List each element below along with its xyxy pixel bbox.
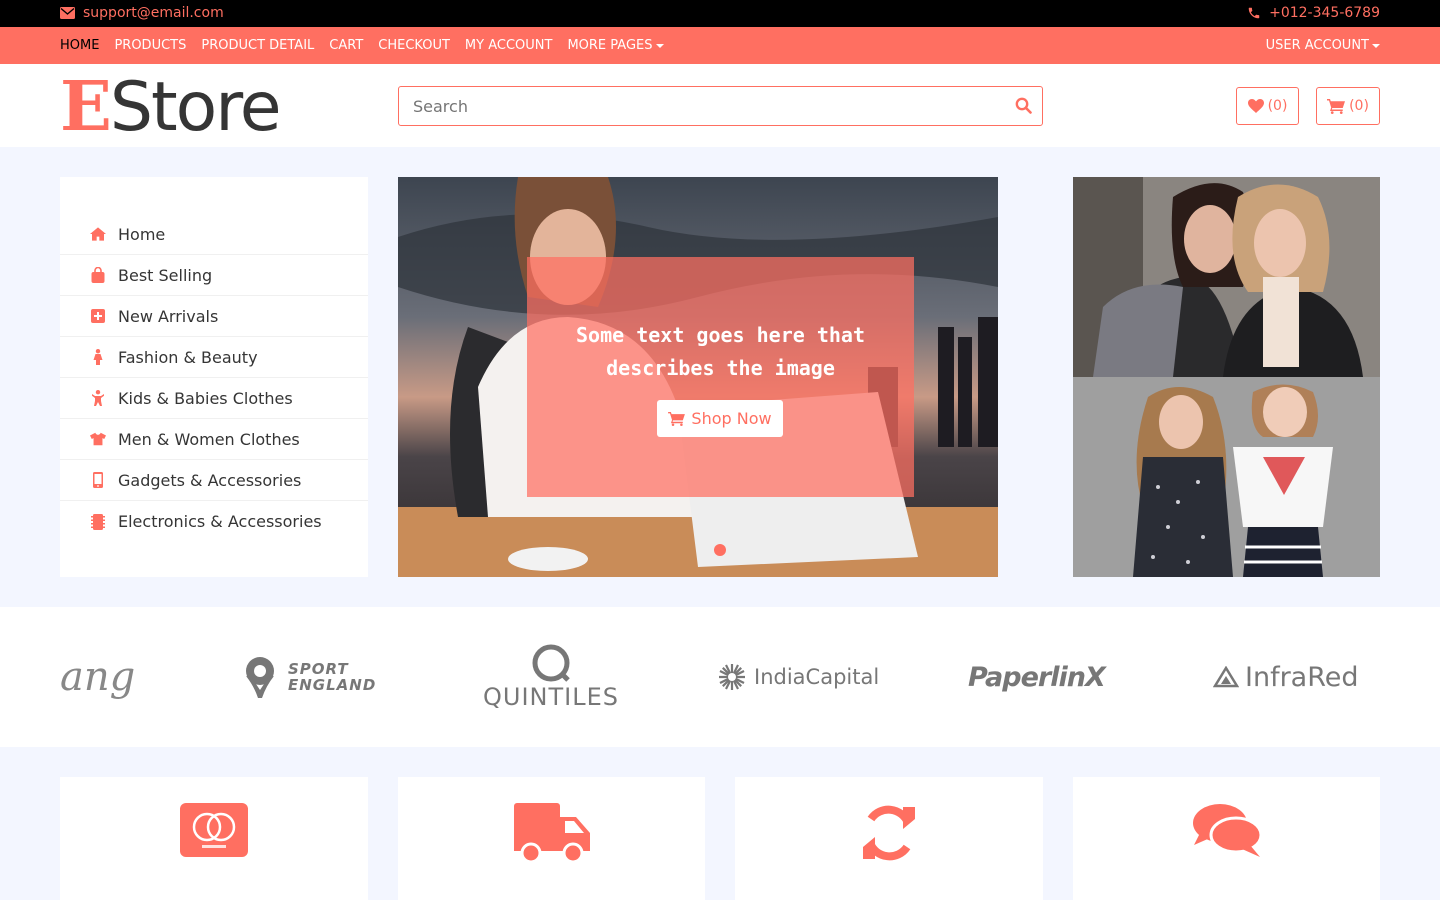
hero-caption-box: Some text goes here that describes the i… [527,257,914,497]
cart-icon [1327,98,1346,114]
plus-square-icon [90,308,106,324]
caret-down-icon [1372,43,1380,48]
heart-icon [1247,99,1264,113]
hero-caption: Some text goes here that describes the i… [576,323,865,380]
envelope-icon [60,7,75,19]
truck-icon [513,803,590,869]
shop-now-button[interactable]: Shop Now [657,400,783,437]
nav-cart[interactable]: CART [329,38,363,53]
support-phone-text: +012-345-6789 [1269,5,1380,21]
nav-home[interactable]: HOME [60,38,99,53]
shopping-bag-icon [90,267,106,283]
cart-count: (0) [1349,98,1369,114]
sport-england-emblem-icon [246,657,274,698]
feature-card-shipping [398,777,705,900]
feature-card-payment [60,777,368,900]
sidebar-item-label: Electronics & Accessories [118,512,322,531]
slider-dot[interactable] [714,544,726,556]
logo-letter-e: E [60,67,112,147]
brand-name: IndiaCapital [754,665,880,689]
nav-products[interactable]: PRODUCTS [114,38,186,53]
search-box [398,86,1043,126]
nav-my-account[interactable]: MY ACCOUNT [465,38,553,53]
sidebar-item-label: Best Selling [118,265,213,285]
sidebar-item-label: Fashion & Beauty [118,347,258,367]
cart-icon [668,411,686,426]
sidebar-item-kids-babies[interactable]: Kids & Babies Clothes [60,378,368,419]
brand-logo-sport-england[interactable]: SPORT ENGLAND [240,607,377,747]
site-logo[interactable]: EStore [60,67,282,147]
sync-icon [859,803,919,867]
top-bar: support@email.com +012-345-6789 [0,0,1440,27]
sidebar-item-men-women[interactable]: Men & Women Clothes [60,419,368,460]
brand-name: SPORT ENGLAND [288,660,377,694]
sidebar-item-new-arrivals[interactable]: New Arrivals [60,296,368,337]
mobile-icon [90,472,106,488]
sidebar-item-electronics[interactable]: Electronics & Accessories [60,501,368,542]
microchip-icon [90,513,106,530]
quintiles-ring-icon [532,644,570,682]
user-account-dropdown[interactable]: USER ACCOUNT [1266,38,1380,53]
support-phone[interactable]: +012-345-6789 [1247,5,1380,21]
female-icon [90,349,106,365]
wishlist-count: (0) [1267,98,1288,114]
comments-icon [1192,803,1262,863]
credit-card-icon [180,803,248,861]
brand-logo-quintiles[interactable]: QUINTILES [483,607,619,747]
brand-name: ang [60,654,136,700]
shop-now-label: Shop Now [691,409,772,428]
infrared-triangle-icon [1213,666,1239,688]
brand-logos-strip: ang SPORT ENGLAND QUINTILES IndiaCapital… [0,607,1440,747]
header: EStore (0) (0) [0,64,1440,147]
brand-name: QUINTILES [483,683,619,711]
sidebar-item-fashion-beauty[interactable]: Fashion & Beauty [60,337,368,378]
tshirt-icon [90,431,106,447]
user-account-label: USER ACCOUNT [1265,38,1369,53]
category-sidebar: Home Best Selling New Arrivals Fashion &… [60,177,368,577]
logo-text: Store [109,68,282,147]
promo-image-kids[interactable] [1073,377,1380,577]
brand-logo-paperlinx[interactable]: PaperlinX [968,607,1106,747]
sidebar-item-best-selling[interactable]: Best Selling [60,255,368,296]
sidebar-item-label: New Arrivals [118,306,219,326]
feature-card-support [1073,777,1380,900]
brand-name: PaperlinX [968,661,1106,693]
child-icon [90,390,106,406]
brand-logo-infrared[interactable]: InfraRed [1213,607,1359,747]
nav-checkout[interactable]: CHECKOUT [378,38,450,53]
main-navbar: HOME PRODUCTS PRODUCT DETAIL CART CHECKO… [0,27,1440,64]
sidebar-item-gadgets[interactable]: Gadgets & Accessories [60,460,368,501]
sidebar-item-label: Home [118,224,166,244]
search-input[interactable] [399,87,979,125]
nav-more-pages-label: MORE PAGES [567,38,653,53]
brand-logo-partial[interactable]: ang [60,607,135,747]
phone-icon [1248,7,1260,19]
sidebar-item-label: Gadgets & Accessories [118,470,302,490]
support-email-text: support@email.com [83,5,224,21]
home-icon [90,226,106,242]
brand-logo-india-capital[interactable]: IndiaCapital [718,607,879,747]
feature-card-returns [735,777,1043,900]
cart-button[interactable]: (0) [1316,87,1380,125]
sidebar-item-home[interactable]: Home [60,214,368,255]
brand-name: InfraRed [1245,661,1359,693]
sidebar-item-label: Kids & Babies Clothes [118,388,293,408]
nav-product-detail[interactable]: PRODUCT DETAIL [201,38,314,53]
support-email[interactable]: support@email.com [60,5,224,21]
caret-down-icon [655,43,664,48]
nav-more-pages-dropdown[interactable]: MORE PAGES [567,38,664,53]
search-icon[interactable] [1015,97,1032,118]
sidebar-item-label: Men & Women Clothes [118,429,300,449]
wishlist-button[interactable]: (0) [1236,87,1299,125]
india-capital-star-icon [719,664,745,690]
promo-image-women[interactable] [1073,177,1380,377]
hero-slider[interactable]: Some text goes here that describes the i… [398,177,998,577]
